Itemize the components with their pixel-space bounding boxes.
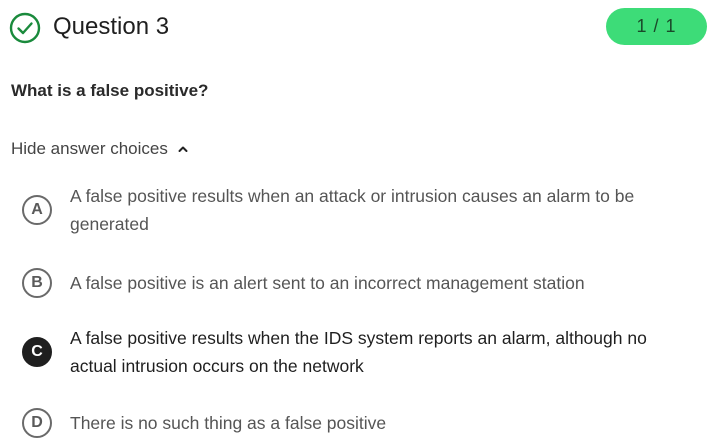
answer-choice-d[interactable]: D There is no such thing as a false posi…: [22, 407, 702, 439]
choice-text-a: A false positive results when an attack …: [70, 186, 635, 234]
answer-choice-b[interactable]: B A false positive is an alert sent to a…: [22, 267, 702, 299]
choice-text-d: There is no such thing as a false positi…: [70, 413, 387, 433]
choice-text-b: A false positive is an alert sent to an …: [70, 273, 585, 293]
choice-letter-d: D: [22, 408, 52, 438]
check-circle-icon: [9, 12, 41, 44]
choice-letter-c: C: [22, 337, 52, 367]
toggle-label: Hide answer choices: [11, 139, 168, 158]
question-prompt: What is a false positive?: [11, 81, 209, 100]
choice-letter-b: B: [22, 268, 52, 298]
answer-choice-c[interactable]: C A false positive results when the IDS …: [22, 324, 702, 384]
choice-text-c: A false positive results when the IDS sy…: [70, 328, 647, 376]
chevron-up-icon: [178, 146, 188, 152]
question-title: Question 3: [53, 13, 170, 40]
choice-letter-a: A: [22, 195, 52, 225]
hide-answer-choices-toggle[interactable]: Hide answer choices: [11, 136, 189, 162]
answer-choice-a[interactable]: A A false positive results when an attac…: [22, 182, 702, 242]
question-header: Question 3 1 / 1: [0, 0, 721, 56]
score-badge: 1 / 1: [606, 8, 707, 45]
